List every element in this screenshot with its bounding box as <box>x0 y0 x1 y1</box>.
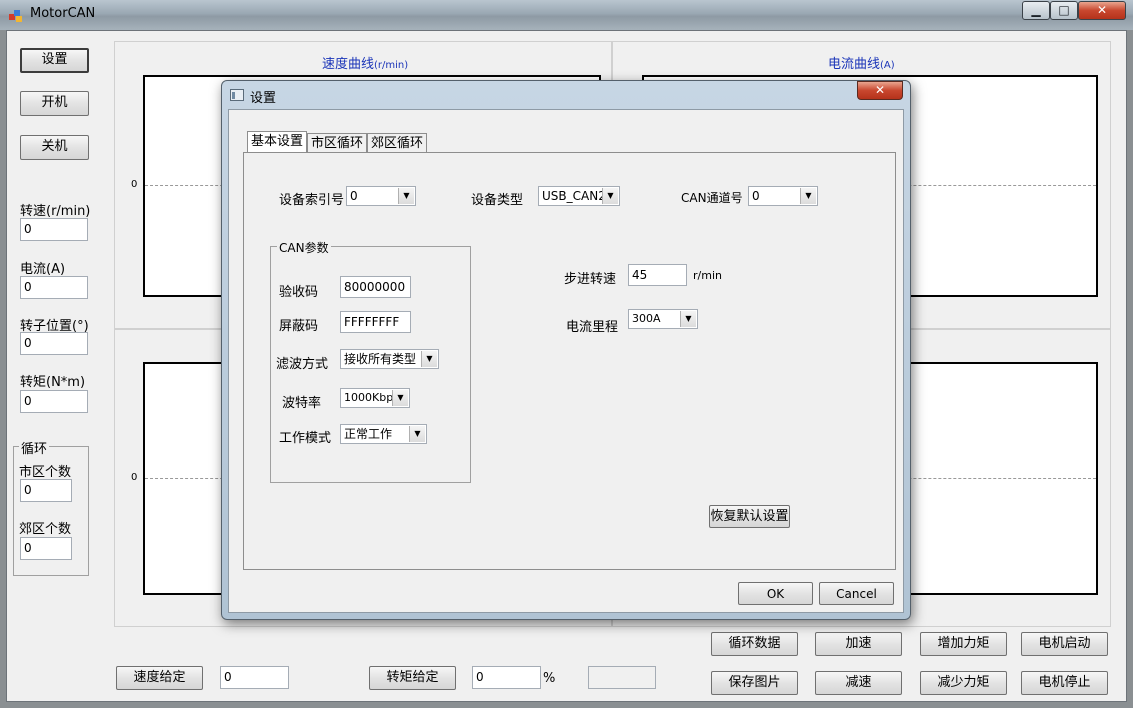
torque-set-field[interactable]: 0 <box>472 666 541 689</box>
title-bar: MotorCAN ▁ □ ✕ <box>0 0 1133 30</box>
device-index-label: 设备索引号 <box>279 193 345 208</box>
device-type-label: 设备类型 <box>471 193 524 208</box>
chevron-down-icon: ▼ <box>409 426 425 442</box>
settings-dialog: 设置 ✕ 基本设置 市区循环 郊区循环 设备索引号 0 ▼ 设备类型 USB_CA… <box>221 80 911 620</box>
mask-code-field[interactable]: FFFFFFFF <box>340 311 411 333</box>
baud-rate-select[interactable]: 1000Kbps ▼ <box>340 388 410 408</box>
torque-set-button[interactable]: 转矩给定 <box>369 666 456 690</box>
maximize-button[interactable]: □ <box>1050 1 1078 20</box>
current-field[interactable]: 0 <box>20 276 88 299</box>
motor-start-button[interactable]: 电机启动 <box>1021 632 1108 656</box>
speed-field[interactable]: 0 <box>20 218 88 241</box>
accept-code-label: 验收码 <box>279 285 319 300</box>
chevron-down-icon: ▼ <box>800 188 816 204</box>
percent-label: % <box>543 671 556 686</box>
tab-pane-basic: 设备索引号 0 ▼ 设备类型 USB_CAN2 ▼ CAN通道号 0 ▼ CAN参数 … <box>243 152 896 570</box>
cycle-data-button[interactable]: 循环数据 <box>711 632 798 656</box>
rotor-position-field[interactable]: 0 <box>20 332 88 355</box>
device-type-select[interactable]: USB_CAN2 ▼ <box>538 186 620 206</box>
window-title: MotorCAN <box>30 6 96 21</box>
cycle-group-title: 循环 <box>19 438 50 457</box>
suburb-count-field[interactable]: 0 <box>20 537 72 560</box>
chevron-down-icon: ▼ <box>392 390 408 406</box>
speed-set-button[interactable]: 速度给定 <box>116 666 203 690</box>
step-speed-field[interactable]: 45 <box>628 264 687 286</box>
current-chart-title: 电流曲线(A) <box>828 57 895 72</box>
chevron-down-icon: ▼ <box>398 188 414 204</box>
power-off-button[interactable]: 关机 <box>20 135 89 160</box>
current-range-select[interactable]: 300A ▼ <box>628 309 698 329</box>
power-on-button[interactable]: 开机 <box>20 91 89 116</box>
baud-rate-label: 波特率 <box>282 396 322 411</box>
step-speed-unit: r/min <box>693 269 722 282</box>
close-button[interactable]: ✕ <box>1078 1 1126 20</box>
urban-count-field[interactable]: 0 <box>20 479 72 502</box>
speed-chart-title: 速度曲线(r/min) <box>322 57 409 72</box>
current-range-label: 电流里程 <box>566 320 619 335</box>
suburb-count-label: 郊区个数 <box>19 522 72 537</box>
filter-mode-select[interactable]: 接收所有类型 ▼ <box>340 349 439 369</box>
cancel-button[interactable]: Cancel <box>819 582 894 605</box>
chevron-down-icon: ▼ <box>602 188 618 204</box>
can-channel-select[interactable]: 0 ▼ <box>748 186 818 206</box>
app-icon <box>9 10 22 22</box>
minimize-button[interactable]: ▁ <box>1022 1 1050 20</box>
accept-code-field[interactable]: 80000000 <box>340 276 411 298</box>
save-image-button[interactable]: 保存图片 <box>711 671 798 695</box>
dialog-close-button[interactable]: ✕ <box>857 81 903 100</box>
decelerate-button[interactable]: 减速 <box>815 671 902 695</box>
ok-button[interactable]: OK <box>738 582 813 605</box>
speed-set-field[interactable]: 0 <box>220 666 289 689</box>
can-channel-label: CAN通道号 <box>681 191 743 205</box>
torque-field[interactable]: 0 <box>20 390 88 413</box>
current-label: 电流(A) <box>20 262 66 277</box>
restore-defaults-button[interactable]: 恢复默认设置 <box>709 505 790 528</box>
settings-button[interactable]: 设置 <box>20 48 89 73</box>
increase-torque-button[interactable]: 增加力矩 <box>920 632 1007 656</box>
work-mode-select[interactable]: 正常工作 ▼ <box>340 424 427 444</box>
chevron-down-icon: ▼ <box>680 311 696 327</box>
chevron-down-icon: ▼ <box>421 351 437 367</box>
motor-stop-button[interactable]: 电机停止 <box>1021 671 1108 695</box>
device-index-select[interactable]: 0 ▼ <box>346 186 416 206</box>
y-tick-zero-bottom: 0 <box>131 472 138 483</box>
dialog-window-icon <box>230 89 244 101</box>
decrease-torque-button[interactable]: 减少力矩 <box>920 671 1007 695</box>
filter-mode-label: 滤波方式 <box>276 357 329 372</box>
torque-label: 转矩(N*m) <box>20 375 86 390</box>
can-params-group-title: CAN参数 <box>277 239 331 256</box>
dialog-body: 基本设置 市区循环 郊区循环 设备索引号 0 ▼ 设备类型 USB_CAN2 ▼ C… <box>228 109 904 613</box>
mask-code-label: 屏蔽码 <box>279 319 319 334</box>
tab-urban-cycle[interactable]: 市区循环 <box>307 133 367 153</box>
speed-label: 转速(r/min) <box>20 204 91 219</box>
tab-suburb-cycle[interactable]: 郊区循环 <box>367 133 427 153</box>
step-speed-label: 步进转速 <box>564 272 617 287</box>
accelerate-button[interactable]: 加速 <box>815 632 902 656</box>
urban-count-label: 市区个数 <box>19 465 72 480</box>
dialog-title: 设置 <box>250 91 277 106</box>
status-box <box>588 666 656 689</box>
work-mode-label: 工作模式 <box>279 431 332 446</box>
y-tick-zero-top: 0 <box>131 179 138 190</box>
